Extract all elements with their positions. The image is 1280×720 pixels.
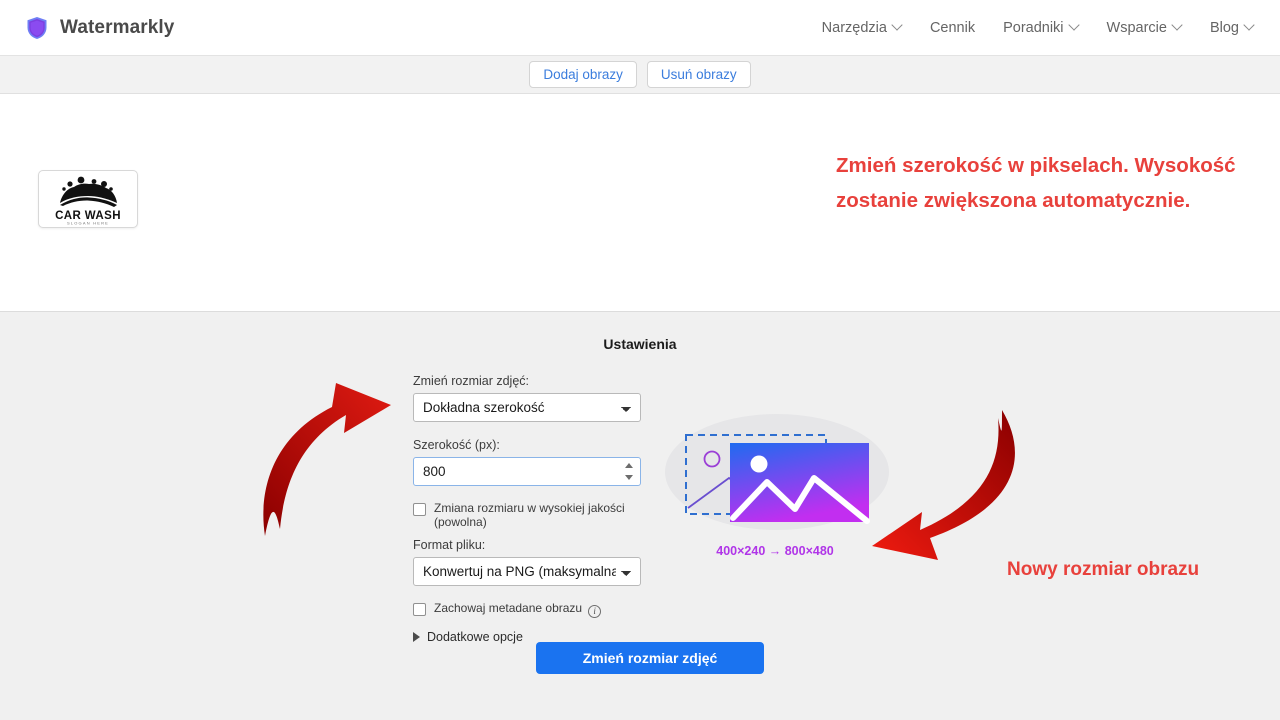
- keep-metadata-row[interactable]: Zachowaj metadane obrazu i: [413, 601, 641, 618]
- shield-icon: [26, 16, 48, 40]
- resize-mode-select[interactable]: Dokładna szerokość: [413, 393, 641, 422]
- nav-label: Narzędzia: [821, 19, 887, 36]
- image-thumbnail[interactable]: CAR WASH SLOGAN HERE: [38, 170, 138, 228]
- annotation-width-hint: Zmień szerokość w pikselach. Wysokość zo…: [836, 154, 1236, 212]
- chevron-down-icon: [893, 21, 902, 30]
- main-nav: Narzędzia Cennik Poradniki Wsparcie Blog: [822, 20, 1260, 36]
- keep-metadata-label: Zachowaj metadane obrazu: [434, 601, 583, 615]
- car-wash-logo-icon: CAR WASH SLOGAN HERE: [55, 176, 121, 226]
- nav-item-cennik[interactable]: Cennik: [930, 20, 975, 36]
- nav-label: Poradniki: [1003, 19, 1064, 36]
- brand-name: Watermarkly: [60, 16, 175, 38]
- high-quality-row[interactable]: Zmiana rozmiaru w wysokiej jakości (powo…: [413, 501, 641, 529]
- settings-title: Ustawienia: [603, 336, 677, 352]
- info-icon[interactable]: i: [588, 605, 602, 618]
- annotation-new-size: Nowy rozmiar obrazu: [1007, 559, 1200, 580]
- site-header: Watermarkly Narzędzia Cennik Poradniki W…: [0, 0, 1280, 56]
- image-preview-strip: CAR WASH SLOGAN HERE Zmień szerokość w p…: [0, 94, 1280, 312]
- stepper-up-icon[interactable]: [624, 463, 633, 468]
- resize-submit-button[interactable]: Zmień rozmiar zdjęć: [536, 642, 764, 674]
- more-options-label: Dodatkowe opcje: [427, 630, 523, 644]
- width-stepper[interactable]: [624, 463, 633, 480]
- add-images-button[interactable]: Dodaj obrazy: [529, 60, 637, 89]
- keep-metadata-checkbox[interactable]: [413, 603, 426, 616]
- image-toolbar: Dodaj obrazy Usuń obrazy: [0, 56, 1280, 94]
- preview-image-icon: [665, 414, 889, 530]
- brand-logo[interactable]: Watermarkly: [26, 16, 174, 40]
- nav-item-wsparcie[interactable]: Wsparcie: [1107, 20, 1182, 36]
- nav-item-narzedzia[interactable]: Narzędzia: [822, 20, 902, 36]
- settings-panel: Ustawienia Zmień rozmiar zdjęć: Dokładna…: [0, 312, 1280, 720]
- nav-item-poradniki[interactable]: Poradniki: [1003, 20, 1078, 36]
- nav-label: Wsparcie: [1106, 19, 1167, 36]
- nav-label: Cennik: [929, 19, 976, 36]
- thumbnail-slogan: SLOGAN HERE: [67, 221, 109, 226]
- resize-mode-label: Zmień rozmiar zdjęć:: [413, 374, 529, 388]
- resize-preview-illustration: 400×240 → 800×480: [655, 404, 895, 574]
- stepper-down-icon[interactable]: [624, 475, 633, 480]
- remove-images-button[interactable]: Usuń obrazy: [646, 60, 751, 89]
- chevron-down-icon: [1245, 21, 1254, 30]
- triangle-right-icon: [413, 632, 420, 642]
- width-input[interactable]: [413, 457, 641, 486]
- width-input-wrapper: [413, 457, 641, 486]
- high-quality-checkbox[interactable]: [413, 503, 426, 516]
- chevron-down-icon: [1070, 21, 1079, 30]
- high-quality-label: Zmiana rozmiaru w wysokiej jakości (powo…: [434, 501, 625, 529]
- keep-metadata-label-wrap: Zachowaj metadane obrazu i: [434, 601, 602, 618]
- preview-caption: 400×240 → 800×480: [716, 544, 834, 558]
- file-format-label: Format pliku:: [413, 538, 486, 552]
- nav-item-blog[interactable]: Blog: [1210, 20, 1254, 36]
- settings-form: Zmień rozmiar zdjęć: Dokładna szerokość …: [413, 374, 641, 644]
- nav-label: Blog: [1209, 19, 1239, 36]
- width-label: Szerokość (px):: [413, 438, 500, 452]
- file-format-select[interactable]: Konwertuj na PNG (maksymalna jak: [413, 557, 641, 586]
- chevron-down-icon: [1173, 21, 1182, 30]
